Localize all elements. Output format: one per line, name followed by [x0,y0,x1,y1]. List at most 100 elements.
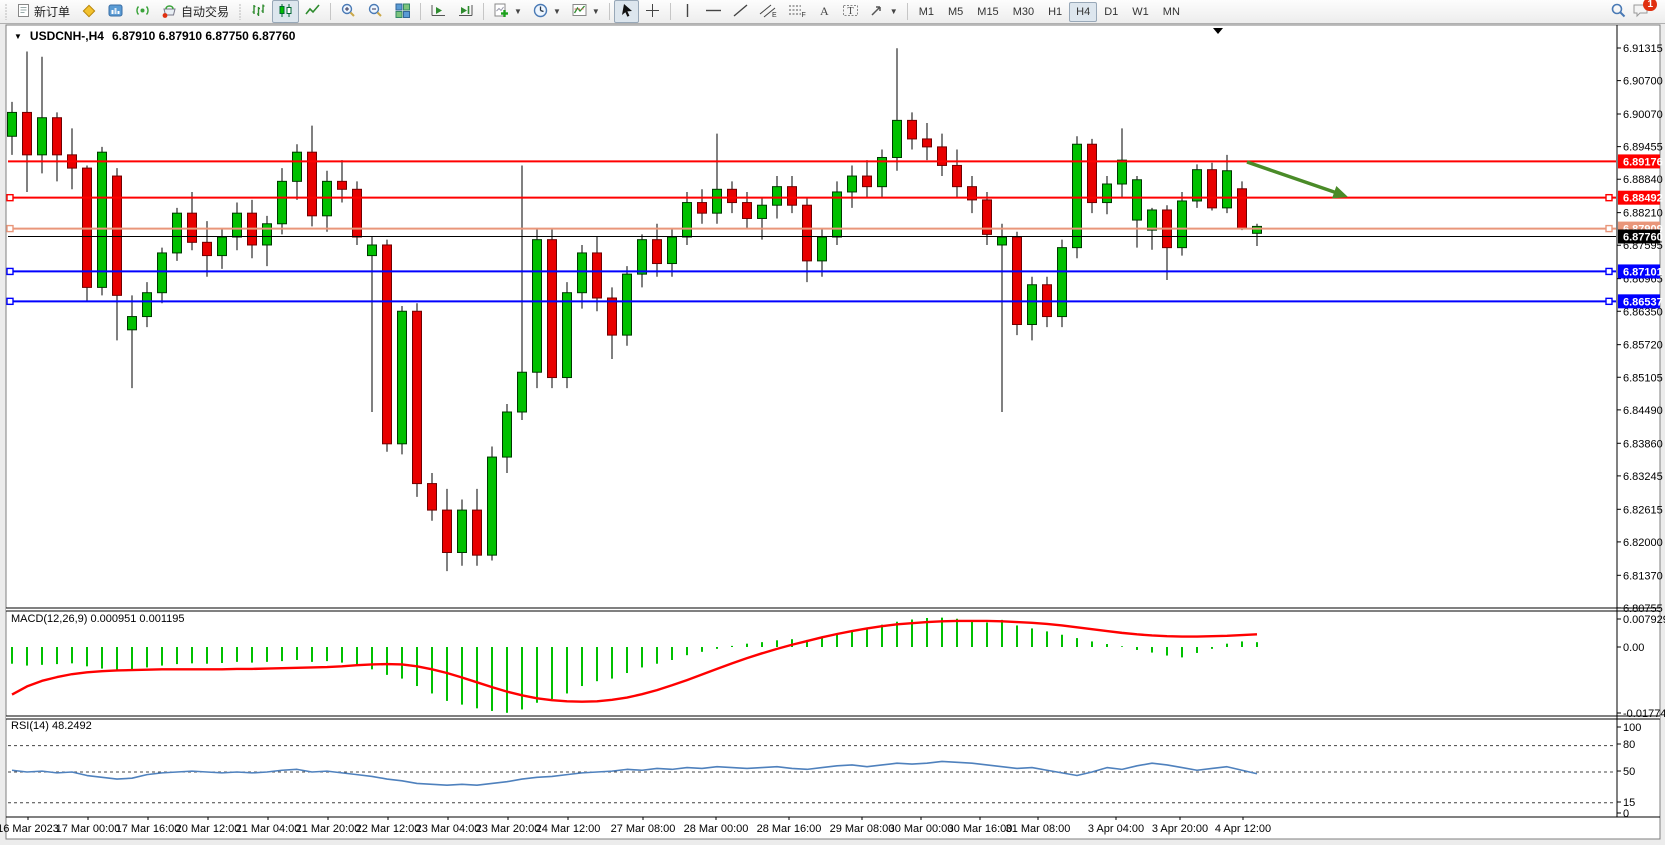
vertical-line-button[interactable] [675,0,700,23]
zoom-out-button[interactable] [362,0,389,23]
tab-timeframe-w1[interactable]: W1 [1125,2,1156,22]
price-line-label: 6.87101 [1623,266,1663,278]
new-order-button[interactable]: 新订单 [11,0,75,23]
price-line-label: 6.89176 [1623,156,1663,168]
shapes-button[interactable]: ▼ [864,0,903,23]
macd-indicator-label: MACD(12,26,9) 0.000951 0.001195 [11,613,184,625]
trendline-icon [732,3,749,21]
tab-timeframe-h4[interactable]: H4 [1069,2,1097,22]
tab-timeframe-d1[interactable]: D1 [1097,2,1125,22]
chevron-down-icon: ▼ [514,7,522,16]
price-axis-tick: 6.85105 [1623,372,1663,384]
price-axis-tick: 6.91315 [1623,43,1663,55]
equidistant-channel-icon: E [759,3,778,21]
time-axis-label: 3 Apr 20:00 [1152,823,1208,835]
line-drag-handle[interactable] [1606,268,1612,274]
line-chart-icon [304,2,321,22]
auto-scroll-icon [430,2,447,22]
market-button[interactable] [102,0,129,23]
chart-symbol-timeframe: USDCNH-,H4 [30,29,104,43]
tile-windows-icon [394,2,411,22]
price-line-label: 6.86537 [1623,296,1663,308]
autotrade-button[interactable]: 自动交易 [156,0,234,23]
equidistant-channel-button[interactable]: E [754,0,783,23]
price-line-label: 6.87760 [1623,231,1663,243]
time-axis-label: 17 Mar 16:00 [116,823,181,835]
time-axis-label: 17 Mar 00:00 [56,823,121,835]
tab-timeframe-mn[interactable]: MN [1156,2,1187,22]
text-icon: A [817,3,832,21]
chevron-down-icon: ▼ [890,7,898,16]
price-chart-canvas[interactable]: 6.913156.907006.900706.894556.888406.882… [0,24,1665,845]
price-axis-tick: 6.85720 [1623,340,1663,352]
line-drag-handle[interactable] [7,298,13,304]
candlestick-chart-icon [277,2,294,22]
price-axis-tick: 6.90070 [1623,109,1663,121]
crosshair-button[interactable] [639,0,666,23]
chevron-down-icon: ▼ [592,7,600,16]
notifications-button[interactable]: 1 [1632,2,1651,22]
chevron-down-icon: ▼ [553,7,561,16]
svg-text:A: A [820,4,829,18]
fibonacci-button[interactable]: F [783,0,812,23]
chart-shift-button[interactable] [452,0,479,23]
zoom-in-button[interactable] [335,0,362,23]
rsi-axis-tick: 100 [1623,722,1641,734]
time-axis-label: 30 Mar 16:00 [948,823,1013,835]
toolbar-grip[interactable] [3,4,8,20]
tab-timeframe-m5[interactable]: M5 [941,2,970,22]
price-axis-tick: 6.90700 [1623,76,1663,88]
time-axis-label: 20 Mar 12:00 [176,823,241,835]
line-drag-handle[interactable] [1606,298,1612,304]
macd-axis-tick: 0.007929 [1623,614,1665,626]
search-button[interactable] [1605,0,1632,23]
period-button[interactable]: ▼ [527,0,566,23]
chart-shift-icon [457,2,474,22]
tab-timeframe-m1[interactable]: M1 [912,2,941,22]
text-button[interactable]: A [812,0,837,23]
line-drag-handle[interactable] [7,268,13,274]
crosshair-icon [644,2,661,22]
new-chart-button[interactable]: ▼ [488,0,527,23]
chart-ohlc-values: 6.87910 6.87910 6.87750 6.87760 [112,29,296,43]
time-axis-label: 27 Mar 08:00 [611,823,676,835]
candlestick-chart-button[interactable] [272,0,299,23]
tile-windows-button[interactable] [389,0,416,23]
mql-community-icon [80,2,97,22]
auto-scroll-button[interactable] [425,0,452,23]
bar-chart-icon [250,2,267,22]
horizontal-line-button[interactable] [700,0,727,23]
mql-community-button[interactable] [75,0,102,23]
main-toolbar: 新订单 自动交易 ▼ ▼ [0,0,1665,24]
macd-axis-tick: -0.017743 [1623,708,1665,720]
chevron-down-icon[interactable]: ▼ [14,32,22,41]
autotrade-label: 自动交易 [181,3,229,20]
templates-button[interactable]: ▼ [566,0,605,23]
line-drag-handle[interactable] [7,226,13,232]
new-order-label: 新订单 [34,3,70,20]
svg-text:T: T [847,6,853,17]
tab-timeframe-m30[interactable]: M30 [1006,2,1041,22]
period-icon [532,2,549,22]
bar-chart-button[interactable] [245,0,272,23]
price-axis-tick: 6.88210 [1623,208,1663,220]
line-drag-handle[interactable] [1606,226,1612,232]
tab-timeframe-h1[interactable]: H1 [1041,2,1069,22]
signals-button[interactable] [129,0,156,23]
trendline-button[interactable] [727,0,754,23]
tab-timeframe-m15[interactable]: M15 [970,2,1005,22]
cursor-button[interactable] [614,0,639,23]
price-axis-tick: 6.83860 [1623,438,1663,450]
chart-header: ▼ USDCNH-,H4 6.87910 6.87910 6.87750 6.8… [14,29,295,43]
fibonacci-icon: F [788,3,807,21]
time-axis-label: 22 Mar 12:00 [356,823,421,835]
vertical-line-icon [680,3,695,21]
line-drag-handle[interactable] [1606,195,1612,201]
line-chart-button[interactable] [299,0,326,23]
autotrade-icon [161,2,178,22]
toolbar-grip[interactable] [237,4,242,20]
text-label-button[interactable]: T [837,0,864,23]
line-drag-handle[interactable] [7,195,13,201]
horizontal-line-icon [705,3,722,21]
time-axis-label: 29 Mar 08:00 [830,823,895,835]
